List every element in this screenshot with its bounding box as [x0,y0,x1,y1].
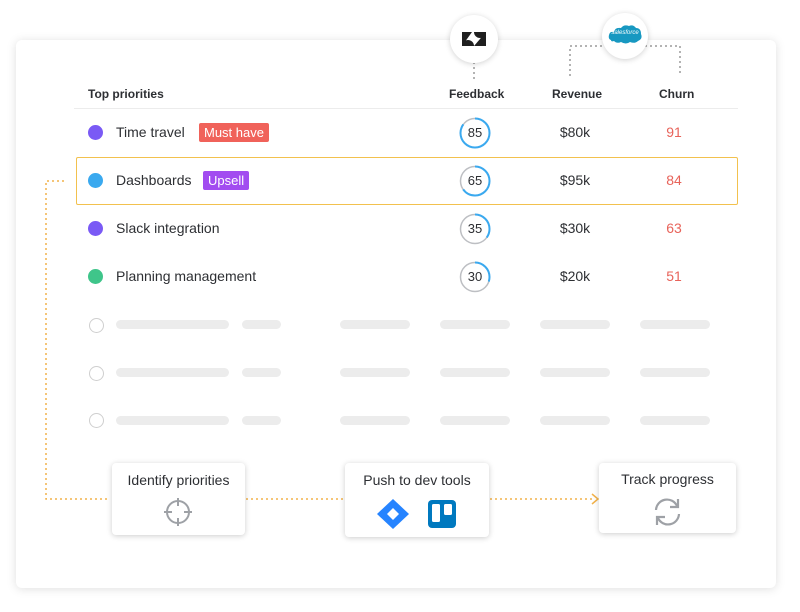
revenue-value: $95k [559,172,591,188]
row-title[interactable]: Slack integration [116,220,220,236]
row-status-dot [88,125,103,140]
header-revenue[interactable]: Revenue [552,87,602,101]
sync-icon [654,498,681,526]
row-title[interactable]: Time travel [116,124,185,140]
placeholder-bar [340,368,410,377]
identify-priorities-card[interactable]: Identify priorities [112,463,245,535]
header-feedback[interactable]: Feedback [449,87,504,101]
placeholder-bar [340,320,410,329]
placeholder-checkbox[interactable] [89,366,104,381]
header-churn[interactable]: Churn [659,87,694,101]
placeholder-bar [640,416,710,425]
placeholder-bar [440,368,510,377]
placeholder-bar [440,320,510,329]
zendesk-logo-icon [462,32,486,46]
placeholder-bar [116,416,229,425]
feedback-score: 35 [467,221,483,236]
placeholder-bar [540,320,610,329]
header-divider [74,108,738,109]
row-status-dot [88,269,103,284]
feedback-gauge: 65 [459,165,491,197]
churn-value: 91 [666,124,682,140]
placeholder-checkbox[interactable] [89,318,104,333]
revenue-value: $20k [559,268,591,284]
must-have-tag[interactable]: Must have [199,123,269,142]
push-to-dev-tools-card[interactable]: Push to dev tools [345,463,489,537]
trello-icon[interactable] [428,500,456,528]
zendesk-logo [450,15,498,63]
row-title[interactable]: Planning management [116,268,256,284]
placeholder-bar [116,368,229,377]
feedback-score: 65 [467,173,483,188]
feedback-gauge: 30 [459,261,491,293]
placeholder-checkbox[interactable] [89,413,104,428]
header-top-priorities: Top priorities [88,87,164,101]
crosshair-icon [164,498,192,526]
salesforce-cloud-icon [608,25,642,44]
placeholder-bar [116,320,229,329]
revenue-value: $30k [559,220,591,236]
placeholder-bar [640,320,710,329]
placeholder-bar [340,416,410,425]
salesforce-logo-text: salesforce [611,30,639,36]
placeholder-bar [242,368,281,377]
placeholder-bar [440,416,510,425]
churn-value: 84 [666,172,682,188]
row-status-dot [88,173,103,188]
churn-value: 51 [666,268,682,284]
feedback-gauge: 35 [459,213,491,245]
upsell-tag[interactable]: Upsell [203,171,250,190]
push-to-dev-tools-title: Push to dev tools [363,472,471,488]
row-title[interactable]: Dashboards [116,172,192,188]
feedback-score: 30 [467,269,483,284]
placeholder-bar [640,368,710,377]
churn-value: 63 [666,220,682,236]
placeholder-bar [242,416,281,425]
salesforce-logo: salesforce [602,13,648,59]
placeholder-bar [242,320,281,329]
identify-priorities-title: Identify priorities [127,472,230,488]
track-progress-title: Track progress [621,471,714,487]
track-progress-card[interactable]: Track progress [599,463,736,533]
revenue-value: $80k [559,124,591,140]
row-status-dot [88,221,103,236]
feedback-score: 85 [467,125,483,140]
feedback-gauge: 85 [459,117,491,149]
jira-icon[interactable] [377,499,409,529]
placeholder-bar [540,368,610,377]
placeholder-bar [540,416,610,425]
